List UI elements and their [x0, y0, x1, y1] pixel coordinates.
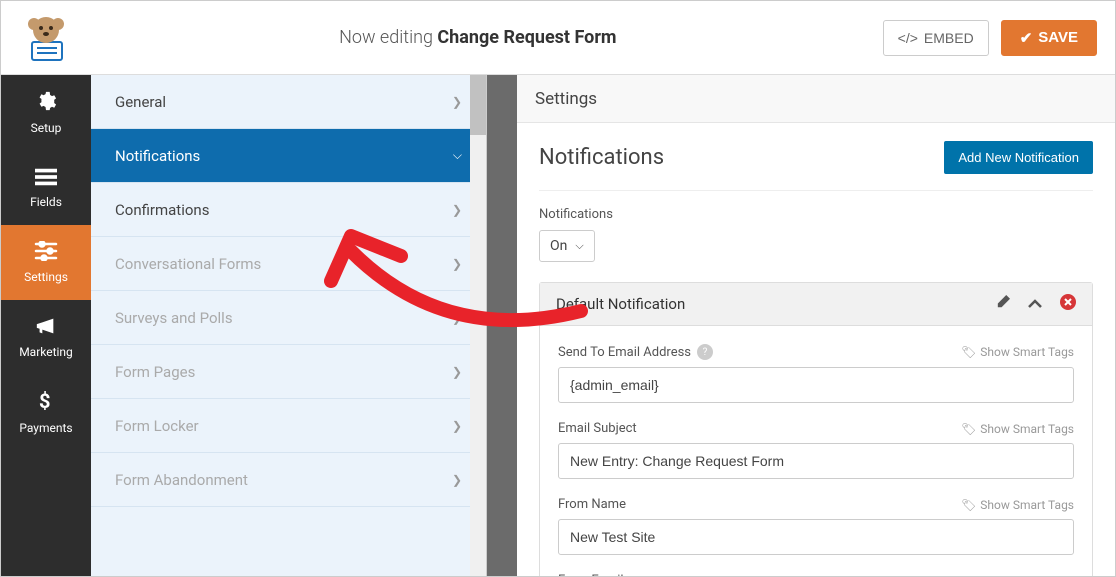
chevron-right-icon: ❯ [452, 95, 462, 109]
chevron-right-icon: ❯ [452, 419, 462, 433]
bullhorn-icon [35, 316, 57, 341]
check-icon: ✔ [1020, 29, 1033, 47]
dollar-icon: $ [39, 390, 53, 417]
nav-payments[interactable]: $ Payments [1, 375, 91, 450]
main-header: Settings [517, 75, 1115, 123]
nav-marketing[interactable]: Marketing [1, 300, 91, 375]
chevron-down-icon: ⌵ [453, 148, 462, 163]
left-nav: Setup Fields Settings Marketing $ Paymen… [1, 75, 91, 576]
wpforms-logo [19, 11, 73, 65]
nav-fields[interactable]: Fields [1, 150, 91, 225]
chevron-up-icon[interactable] [1028, 295, 1042, 313]
chevron-down-icon: ⌵ [575, 239, 583, 253]
chevron-right-icon: ❯ [452, 203, 462, 217]
menu-notifications[interactable]: Notifications ⌵ [91, 129, 486, 183]
notification-panel: Default Notification [539, 282, 1093, 576]
field-label-from-email: From Email [558, 573, 624, 576]
chevron-right-icon: ❯ [452, 257, 462, 271]
nav-settings[interactable]: Settings [1, 225, 91, 300]
help-icon[interactable]: ? [697, 344, 713, 360]
code-icon: </> [898, 30, 918, 46]
nav-setup[interactable]: Setup [1, 75, 91, 150]
field-label-subject: Email Subject [558, 421, 637, 436]
panel-splitter[interactable] [487, 75, 517, 576]
menu-form-locker[interactable]: Form Locker ❯ [91, 399, 486, 453]
email-subject-input[interactable] [558, 443, 1074, 479]
tag-icon: 🏷 [961, 498, 976, 512]
save-button[interactable]: ✔ SAVE [1001, 20, 1097, 56]
notifications-title: Notifications [539, 145, 664, 170]
scrollbar-thumb[interactable] [470, 75, 486, 135]
page-title: Now editing Change Request Form [73, 27, 883, 48]
notifications-toggle-label: Notifications [539, 207, 1093, 222]
chevron-right-icon: ❯ [452, 311, 462, 325]
add-new-notification-button[interactable]: Add New Notification [944, 141, 1093, 174]
menu-confirmations[interactable]: Confirmations ❯ [91, 183, 486, 237]
panel-title: Default Notification [556, 295, 685, 313]
list-icon [35, 167, 57, 191]
show-smart-tags[interactable]: 🏷 Show Smart Tags [961, 345, 1074, 359]
tag-icon: 🏷 [961, 422, 976, 436]
menu-form-pages[interactable]: Form Pages ❯ [91, 345, 486, 399]
svg-text:$: $ [39, 390, 50, 412]
edit-icon[interactable] [995, 295, 1010, 314]
chevron-right-icon: ❯ [452, 365, 462, 379]
show-smart-tags[interactable]: 🏷 Show Smart Tags [961, 422, 1074, 436]
show-smart-tags[interactable]: 🏷 Show Smart Tags [961, 498, 1074, 512]
menu-conversational-forms[interactable]: Conversational Forms ❯ [91, 237, 486, 291]
chevron-right-icon: ❯ [452, 473, 462, 487]
gear-icon [35, 90, 57, 117]
scrollbar-track[interactable] [470, 75, 486, 576]
field-label-from-name: From Name [558, 497, 626, 512]
send-to-input[interactable] [558, 367, 1074, 403]
settings-menu: General ❯ Notifications ⌵ Confirmations … [91, 75, 487, 576]
field-label-send-to: Send To Email Address ? [558, 344, 713, 360]
from-name-input[interactable] [558, 519, 1074, 555]
tag-icon: 🏷 [961, 345, 976, 359]
menu-form-abandonment[interactable]: Form Abandonment ❯ [91, 453, 486, 507]
delete-icon[interactable] [1060, 294, 1076, 314]
embed-button[interactable]: </> EMBED [883, 20, 989, 56]
sliders-icon [34, 241, 58, 266]
menu-general[interactable]: General ❯ [91, 75, 486, 129]
menu-surveys-polls[interactable]: Surveys and Polls ❯ [91, 291, 486, 345]
notifications-toggle[interactable]: On ⌵ [539, 230, 595, 262]
